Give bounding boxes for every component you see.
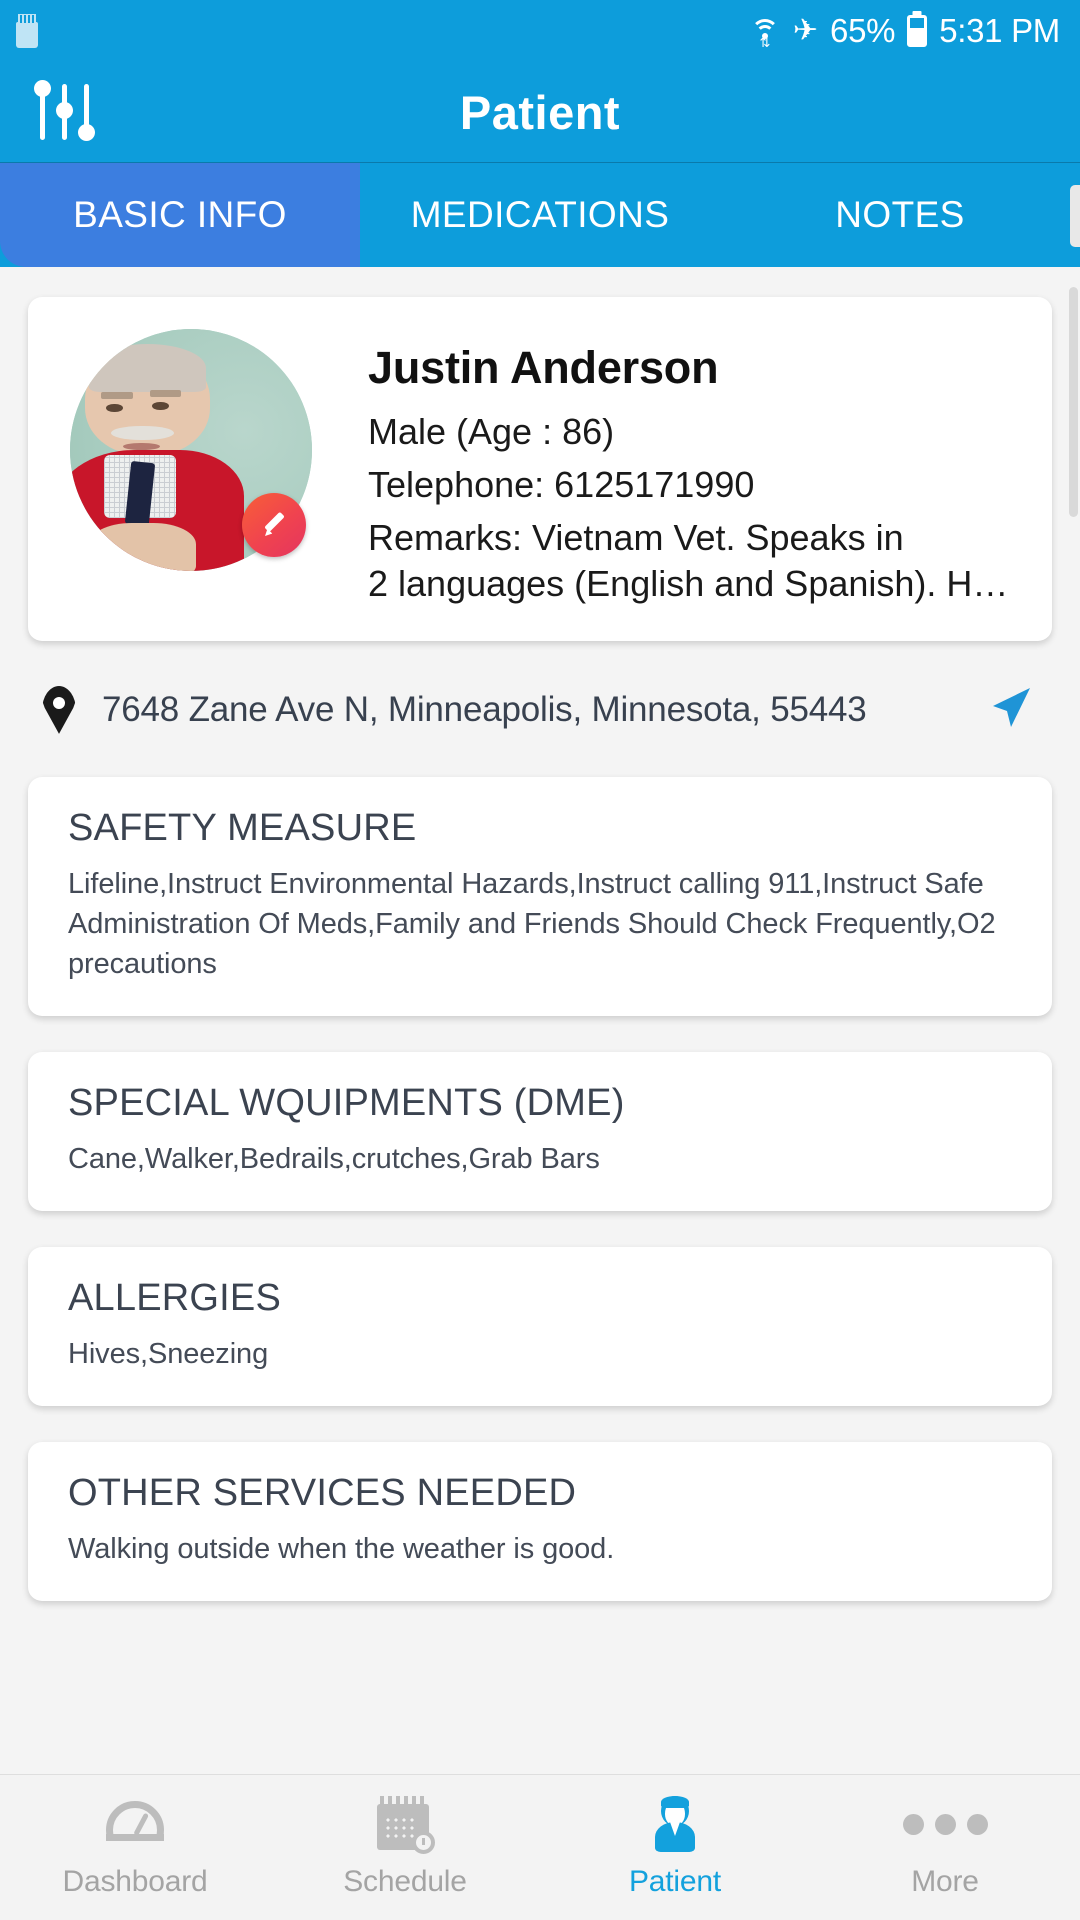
nav-item-dashboard[interactable]: Dashboard	[0, 1793, 270, 1899]
address-row[interactable]: 7648 Zane Ave N, Minneapolis, Minnesota,…	[28, 641, 1052, 777]
patient-gender-age: Male (Age : 86)	[368, 410, 615, 452]
tab-bar: BASIC INFO MEDICATIONS NOTES	[0, 162, 1080, 267]
nav-label: Patient	[629, 1865, 721, 1898]
wifi-icon: ⇅	[749, 15, 781, 49]
airplane-mode-icon: ✈	[792, 14, 819, 47]
content-scroll-area[interactable]: Justin Anderson Male (Age : 86) Telephon…	[0, 267, 1080, 1774]
filter-sliders-icon[interactable]	[34, 80, 100, 144]
section-card-other-services[interactable]: OTHER SERVICES NEEDED Walking outside wh…	[28, 1441, 1052, 1601]
navigate-arrow-icon[interactable]	[980, 681, 1038, 739]
patient-telephone: Telephone: 6125171990	[368, 463, 755, 505]
battery-icon	[907, 15, 928, 47]
location-pin-icon	[42, 685, 76, 734]
tab-medications[interactable]: MEDICATIONS	[360, 163, 720, 267]
nav-item-patient[interactable]: Patient	[540, 1793, 810, 1899]
section-title: OTHER SERVICES NEEDED	[68, 1471, 577, 1514]
sd-card-icon	[16, 14, 38, 48]
section-body: Walking outside when the weather is good…	[68, 1532, 615, 1565]
status-bar-right: ⇅ ✈ 65% 5:31 PM	[749, 12, 1060, 50]
address-text: 7648 Zane Ave N, Minneapolis, Minnesota,…	[102, 689, 867, 729]
nav-item-schedule[interactable]: Schedule	[270, 1793, 540, 1899]
section-body: Lifeline,Instruct Environmental Hazards,…	[68, 867, 996, 980]
person-icon	[644, 1793, 706, 1855]
app-bar: Patient	[0, 62, 1080, 162]
pencil-edit-icon[interactable]	[242, 493, 306, 557]
patient-details: Justin Anderson Male (Age : 86) Telephon…	[312, 329, 1022, 607]
more-dots-icon	[902, 1793, 988, 1855]
patient-summary-card[interactable]: Justin Anderson Male (Age : 86) Telephon…	[28, 297, 1052, 641]
section-title: SPECIAL WQUIPMENTS (DME)	[68, 1081, 625, 1124]
status-bar-left	[16, 14, 38, 48]
patient-name: Justin Anderson	[368, 342, 719, 393]
tab-basic-info[interactable]: BASIC INFO	[0, 163, 360, 267]
section-card-safety-measure[interactable]: SAFETY MEASURE Lifeline,Instruct Environ…	[28, 776, 1052, 1016]
page-title: Patient	[459, 85, 621, 139]
nav-label: More	[911, 1865, 979, 1898]
patient-remarks-line2: 2 languages (English and Spanish). H…	[368, 562, 1009, 604]
battery-percent-label: 65%	[830, 12, 896, 49]
tab-notes[interactable]: NOTES	[720, 163, 1080, 267]
section-title: ALLERGIES	[68, 1276, 282, 1319]
bottom-navigation-bar: Dashboard Schedule Patient More	[0, 1774, 1080, 1920]
dashboard-gauge-icon	[104, 1793, 166, 1855]
status-bar: ⇅ ✈ 65% 5:31 PM	[0, 0, 1080, 62]
section-body: Cane,Walker,Bedrails,crutches,Grab Bars	[68, 1142, 600, 1175]
nav-label: Dashboard	[62, 1865, 208, 1898]
tab-scroll-indicator	[1070, 185, 1080, 247]
clock-label: 5:31 PM	[939, 12, 1060, 49]
content-scrollbar[interactable]	[1069, 287, 1078, 517]
nav-item-more[interactable]: More	[810, 1793, 1080, 1899]
calendar-clock-icon	[374, 1793, 436, 1855]
section-card-allergies[interactable]: ALLERGIES Hives,Sneezing	[28, 1246, 1052, 1406]
section-body: Hives,Sneezing	[68, 1337, 269, 1370]
nav-label: Schedule	[343, 1865, 467, 1898]
section-card-special-equipments[interactable]: SPECIAL WQUIPMENTS (DME) Cane,Walker,Bed…	[28, 1051, 1052, 1211]
section-title: SAFETY MEASURE	[68, 806, 417, 849]
patient-remarks-line1: Remarks: Vietnam Vet. Speaks in	[368, 516, 904, 558]
avatar-wrapper	[70, 329, 312, 571]
